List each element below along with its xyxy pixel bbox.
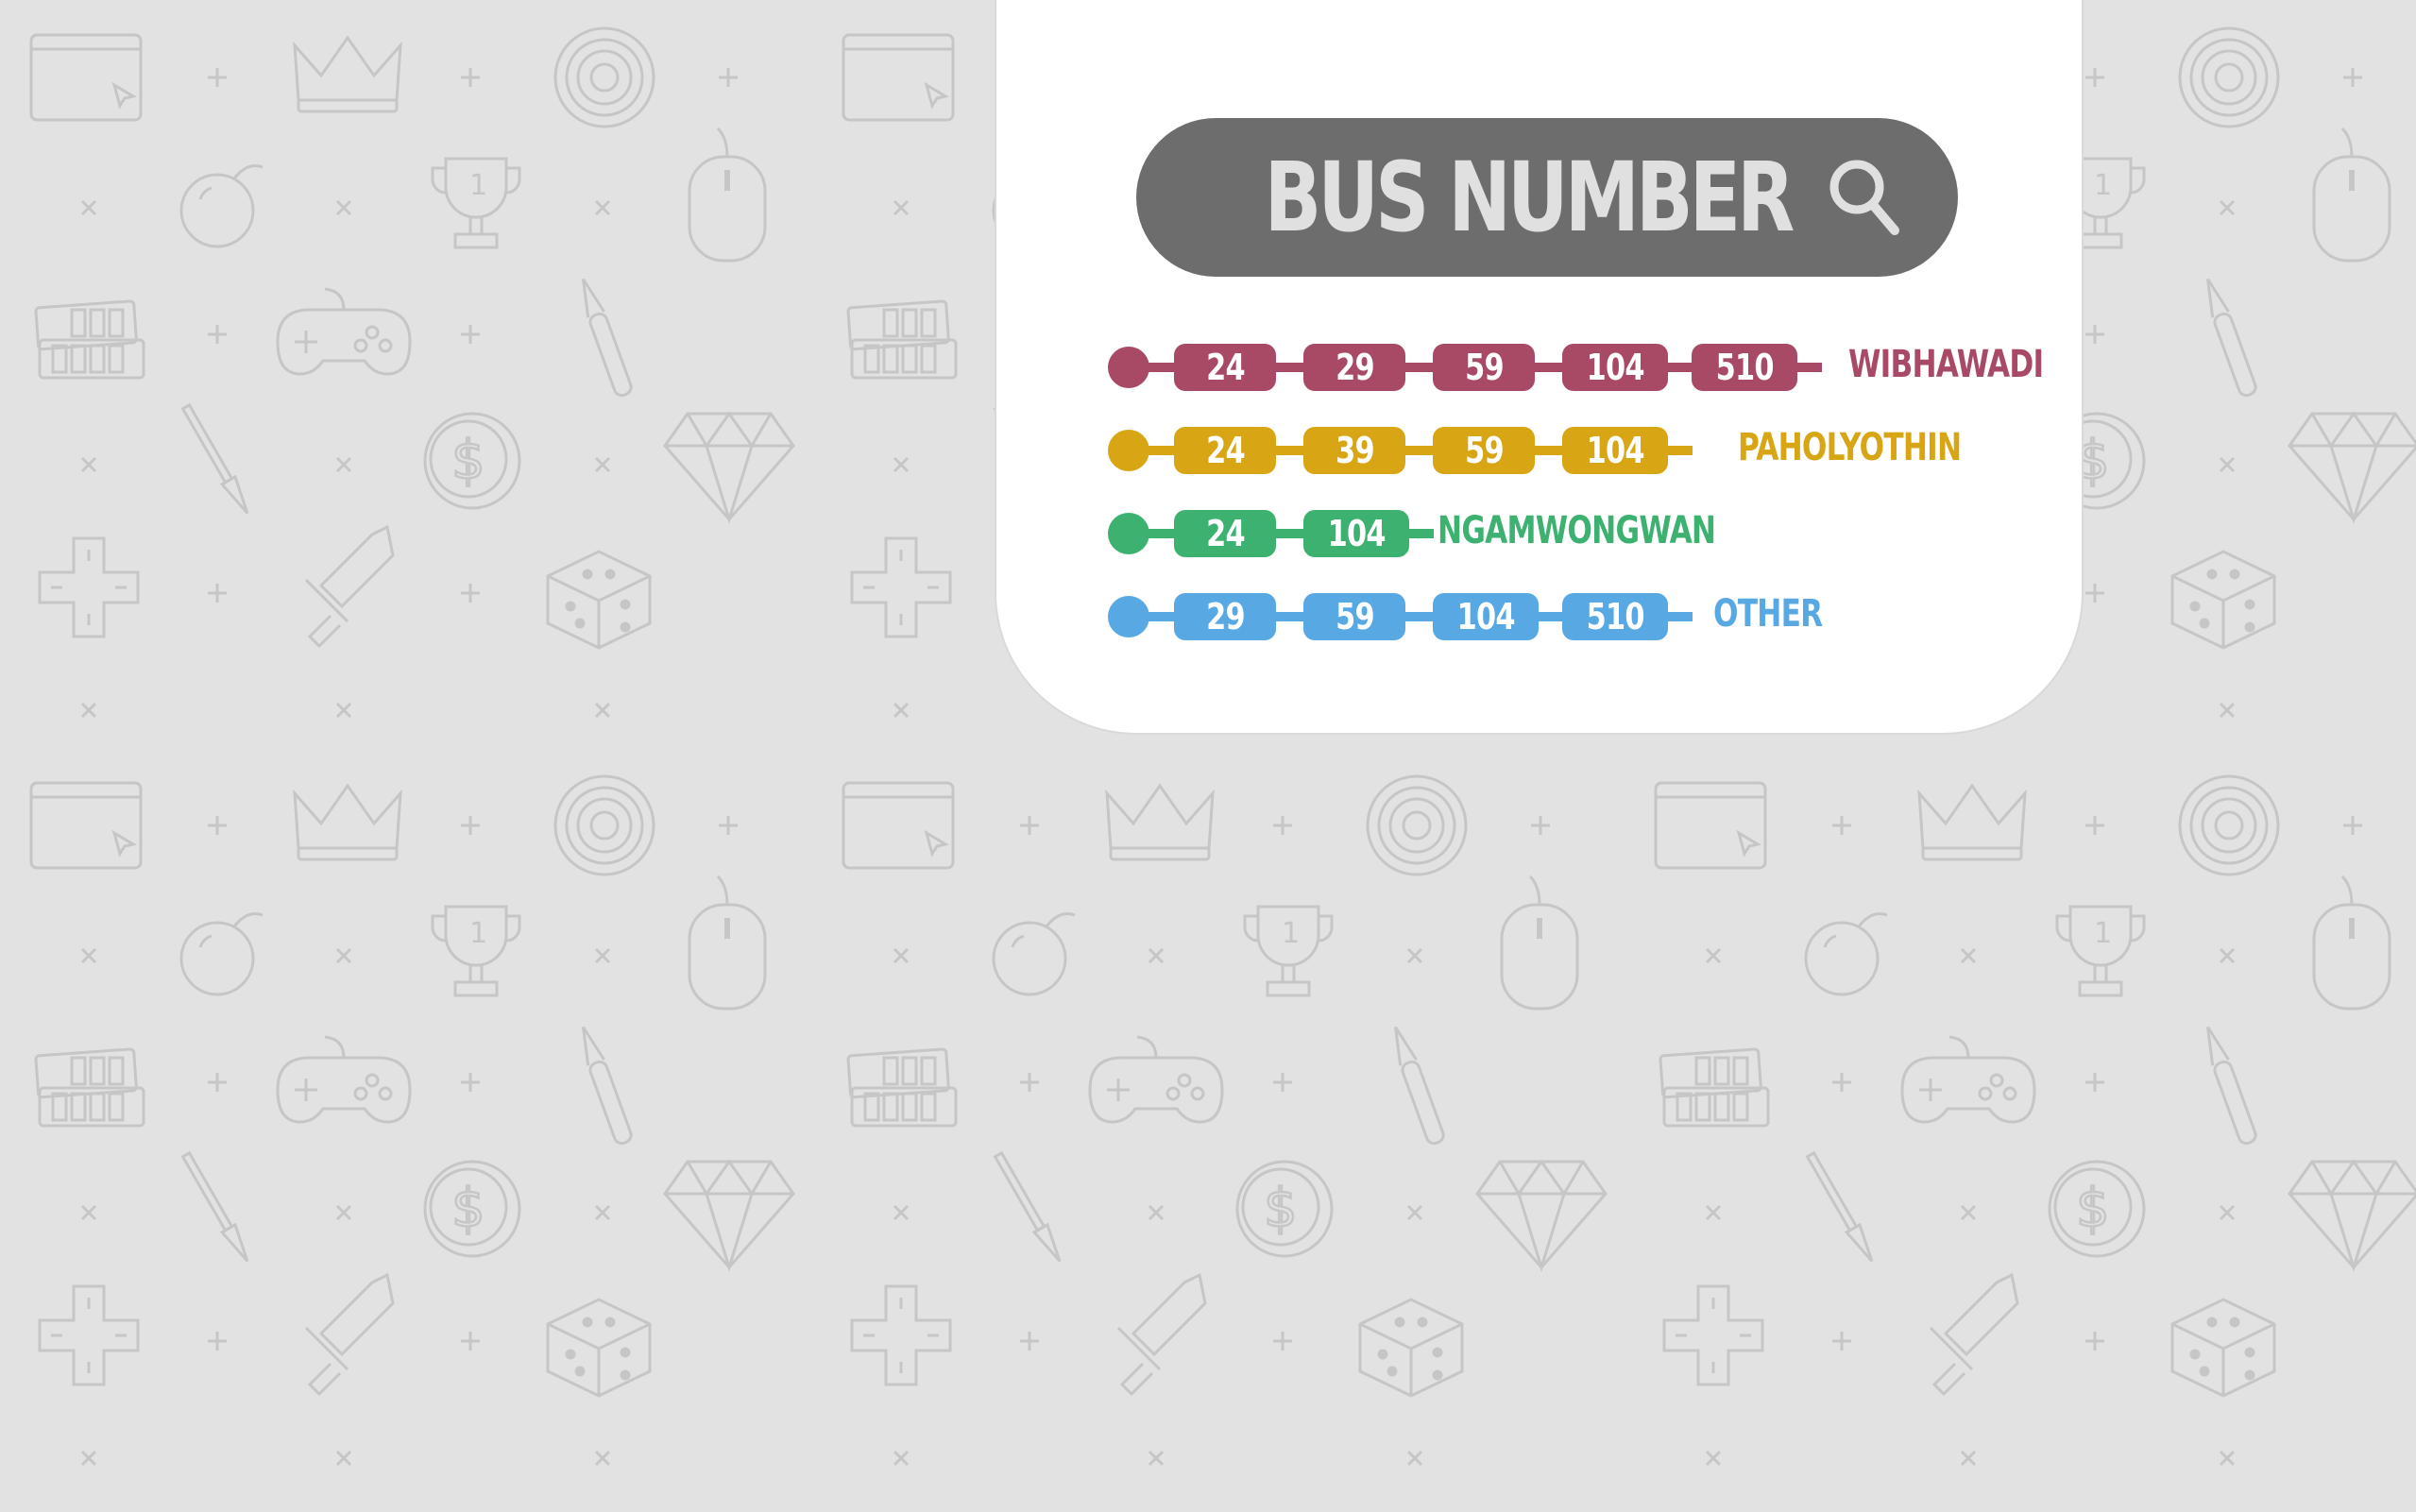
bus-number-label: 59	[1464, 347, 1505, 388]
bus-number-label: 59	[1335, 596, 1375, 637]
bus-number-badge[interactable]: 104	[1562, 344, 1668, 391]
route-destination-label: NGAMWONGWAN	[1438, 509, 1716, 552]
bus-number-badge[interactable]: 24	[1174, 427, 1276, 474]
bus-number-badge[interactable]: 104	[1433, 593, 1539, 640]
route-destination-label: PAHOLYOTHIN	[1738, 426, 1962, 469]
bus-number-label: 39	[1335, 430, 1375, 471]
bus-number-label: 59	[1464, 430, 1505, 471]
bus-number-badge[interactable]: 29	[1303, 344, 1405, 391]
bus-number-label: 24	[1205, 430, 1246, 471]
bus-number-badge[interactable]: 59	[1433, 344, 1535, 391]
bus-number-label: 29	[1205, 596, 1246, 637]
bus-number-label: 510	[1715, 347, 1774, 388]
search-title: BUS NUMBER	[1265, 141, 1795, 254]
bus-number-badge[interactable]: 104	[1303, 510, 1409, 557]
bus-number-label: 29	[1335, 347, 1375, 388]
bus-number-search-button[interactable]: BUS NUMBER	[1136, 118, 1958, 277]
bus-number-badge[interactable]: 29	[1174, 593, 1276, 640]
route-destination-label: OTHER	[1713, 592, 1823, 636]
bus-number-badge[interactable]: 510	[1562, 593, 1668, 640]
bus-number-badge[interactable]: 104	[1562, 427, 1668, 474]
bus-number-label: 24	[1205, 347, 1246, 388]
bus-number-badge[interactable]: 24	[1174, 510, 1276, 557]
bus-number-badge[interactable]: 510	[1692, 344, 1797, 391]
bus-number-badge[interactable]: 59	[1303, 593, 1405, 640]
bus-number-badge[interactable]: 24	[1174, 344, 1276, 391]
magnifier-icon	[1829, 160, 1899, 235]
bus-number-badge[interactable]: 59	[1433, 427, 1535, 474]
bus-number-label: 104	[1586, 430, 1644, 471]
bus-number-label: 104	[1327, 513, 1386, 554]
bus-number-label: 104	[1456, 596, 1515, 637]
bus-number-label: 24	[1205, 513, 1246, 554]
bus-number-badge[interactable]: 39	[1303, 427, 1405, 474]
bus-number-label: 104	[1586, 347, 1644, 388]
route-destination-label: WIBHAWADI	[1848, 343, 2044, 386]
bus-number-label: 510	[1586, 596, 1644, 637]
